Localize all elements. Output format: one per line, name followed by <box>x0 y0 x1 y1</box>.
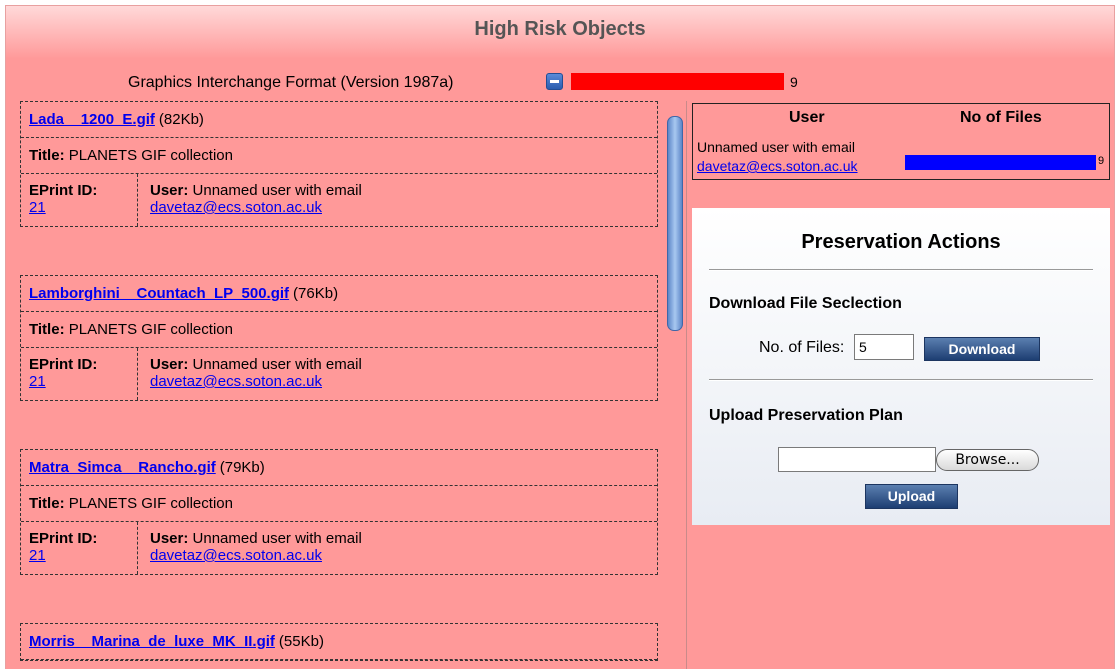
file-path-input[interactable] <box>778 447 936 472</box>
list-item: Lamborghini__Countach_LP_500.gif (76Kb) … <box>20 275 660 401</box>
user-value: Unnamed user with email <box>192 356 362 373</box>
preservation-actions-box: Preservation Actions Download File Secle… <box>692 208 1110 525</box>
files-column-header: No of Files <box>960 109 1042 126</box>
user-label: User: <box>150 356 189 373</box>
record-ids-row: EPrint ID: 21 User: Unnamed user with em… <box>21 348 657 400</box>
record-header: Lamborghini__Countach_LP_500.gif (76Kb) <box>21 276 657 312</box>
user-summary-table: User No of Files Unnamed user with email… <box>692 103 1110 180</box>
user-value: Unnamed user with email <box>192 182 362 199</box>
actions-title: Preservation Actions <box>801 231 1001 253</box>
download-section-title: Download File Seclection <box>709 295 902 312</box>
format-count: 9 <box>790 74 798 90</box>
record-box: Morris__Marina_de_luxe_MK_II.gif (55Kb) <box>20 623 658 661</box>
eprint-id-link[interactable]: 21 <box>29 199 46 216</box>
nfiles-label: No. of Files: <box>759 339 845 356</box>
panel-header: High Risk Objects <box>6 6 1114 58</box>
eprint-label: EPrint ID: <box>29 182 98 199</box>
browse-button[interactable]: Browse... <box>936 449 1039 471</box>
list-scrollbar[interactable] <box>667 110 683 669</box>
user-email-link[interactable]: davetaz@ecs.soton.ac.uk <box>697 158 858 174</box>
column-divider <box>686 101 687 669</box>
file-link[interactable]: Lada__1200_E.gif <box>29 111 155 128</box>
title-label: Title: <box>29 147 65 164</box>
user-email-link[interactable]: davetaz@ecs.soton.ac.uk <box>150 547 322 564</box>
records-list[interactable]: Lada__1200_E.gif (82Kb) Title: PLANETS G… <box>20 101 660 669</box>
eprint-label: EPrint ID: <box>29 530 98 547</box>
eprint-cell: EPrint ID: 21 <box>21 522 138 574</box>
title-value: PLANETS GIF collection <box>68 495 233 512</box>
list-item: Morris__Marina_de_luxe_MK_II.gif (55Kb) <box>20 623 660 661</box>
title-value: PLANETS GIF collection <box>68 321 233 338</box>
user-cell: User: Unnamed user with email davetaz@ec… <box>138 174 362 226</box>
file-link[interactable]: Lamborghini__Countach_LP_500.gif <box>29 285 289 302</box>
user-files-bar <box>905 155 1096 170</box>
scrollbar-thumb[interactable] <box>667 116 683 331</box>
file-size: (82Kb) <box>158 111 204 128</box>
record-title-row: Title: PLANETS GIF collection <box>21 138 657 174</box>
eprint-cell: EPrint ID: 21 <box>21 348 138 400</box>
user-email-link[interactable]: davetaz@ecs.soton.ac.uk <box>150 199 322 216</box>
divider <box>709 269 1093 271</box>
user-name-text: Unnamed user with email <box>697 139 855 155</box>
record-box: Lada__1200_E.gif (82Kb) Title: PLANETS G… <box>20 101 658 227</box>
high-risk-objects-panel: High Risk Objects Graphics Interchange F… <box>5 5 1115 669</box>
record-box: Lamborghini__Countach_LP_500.gif (76Kb) … <box>20 275 658 401</box>
record-box: Matra_Simca__Rancho.gif (79Kb) Title: PL… <box>20 449 658 575</box>
title-label: Title: <box>29 321 65 338</box>
upload-button[interactable]: Upload <box>865 484 958 509</box>
user-column-header: User <box>789 109 825 126</box>
record-title-row: Title: PLANETS GIF collection <box>21 486 657 522</box>
record-ids-row: EPrint ID: 21 User: Unnamed user with em… <box>21 174 657 226</box>
list-item: Matra_Simca__Rancho.gif (79Kb) Title: PL… <box>20 449 660 575</box>
record-header: Lada__1200_E.gif (82Kb) <box>21 102 657 138</box>
file-size: (55Kb) <box>278 633 324 650</box>
format-count-bar <box>571 73 784 90</box>
collapse-icon[interactable] <box>546 73 563 90</box>
record-title-row: Title: PLANETS GIF collection <box>21 312 657 348</box>
file-size: (76Kb) <box>293 285 339 302</box>
page-title: High Risk Objects <box>474 18 646 40</box>
upload-section-title: Upload Preservation Plan <box>709 407 903 424</box>
file-link[interactable]: Morris__Marina_de_luxe_MK_II.gif <box>29 633 275 650</box>
record-header: Matra_Simca__Rancho.gif (79Kb) <box>21 450 657 486</box>
list-item: Lada__1200_E.gif (82Kb) Title: PLANETS G… <box>20 101 660 227</box>
format-label: Graphics Interchange Format (Version 198… <box>128 74 454 91</box>
eprint-id-link[interactable]: 21 <box>29 373 46 390</box>
file-size: (79Kb) <box>219 459 265 476</box>
user-value: Unnamed user with email <box>192 530 362 547</box>
user-cell: User: Unnamed user with email davetaz@ec… <box>138 522 362 574</box>
eprint-label: EPrint ID: <box>29 356 98 373</box>
eprint-id-link[interactable]: 21 <box>29 547 46 564</box>
user-label: User: <box>150 182 189 199</box>
download-button[interactable]: Download <box>924 337 1040 361</box>
record-ids-row: EPrint ID: 21 User: Unnamed user with em… <box>21 522 657 574</box>
nfiles-input[interactable] <box>854 334 914 360</box>
divider <box>709 379 1093 381</box>
eprint-cell: EPrint ID: 21 <box>21 174 138 226</box>
title-value: PLANETS GIF collection <box>68 147 233 164</box>
record-header: Morris__Marina_de_luxe_MK_II.gif (55Kb) <box>21 624 657 660</box>
title-label: Title: <box>29 495 65 512</box>
user-cell: User: Unnamed user with email davetaz@ec… <box>138 348 362 400</box>
user-files-count: 9 <box>1098 155 1105 167</box>
user-email-link[interactable]: davetaz@ecs.soton.ac.uk <box>150 373 322 390</box>
file-link[interactable]: Matra_Simca__Rancho.gif <box>29 459 216 476</box>
user-label: User: <box>150 530 189 547</box>
